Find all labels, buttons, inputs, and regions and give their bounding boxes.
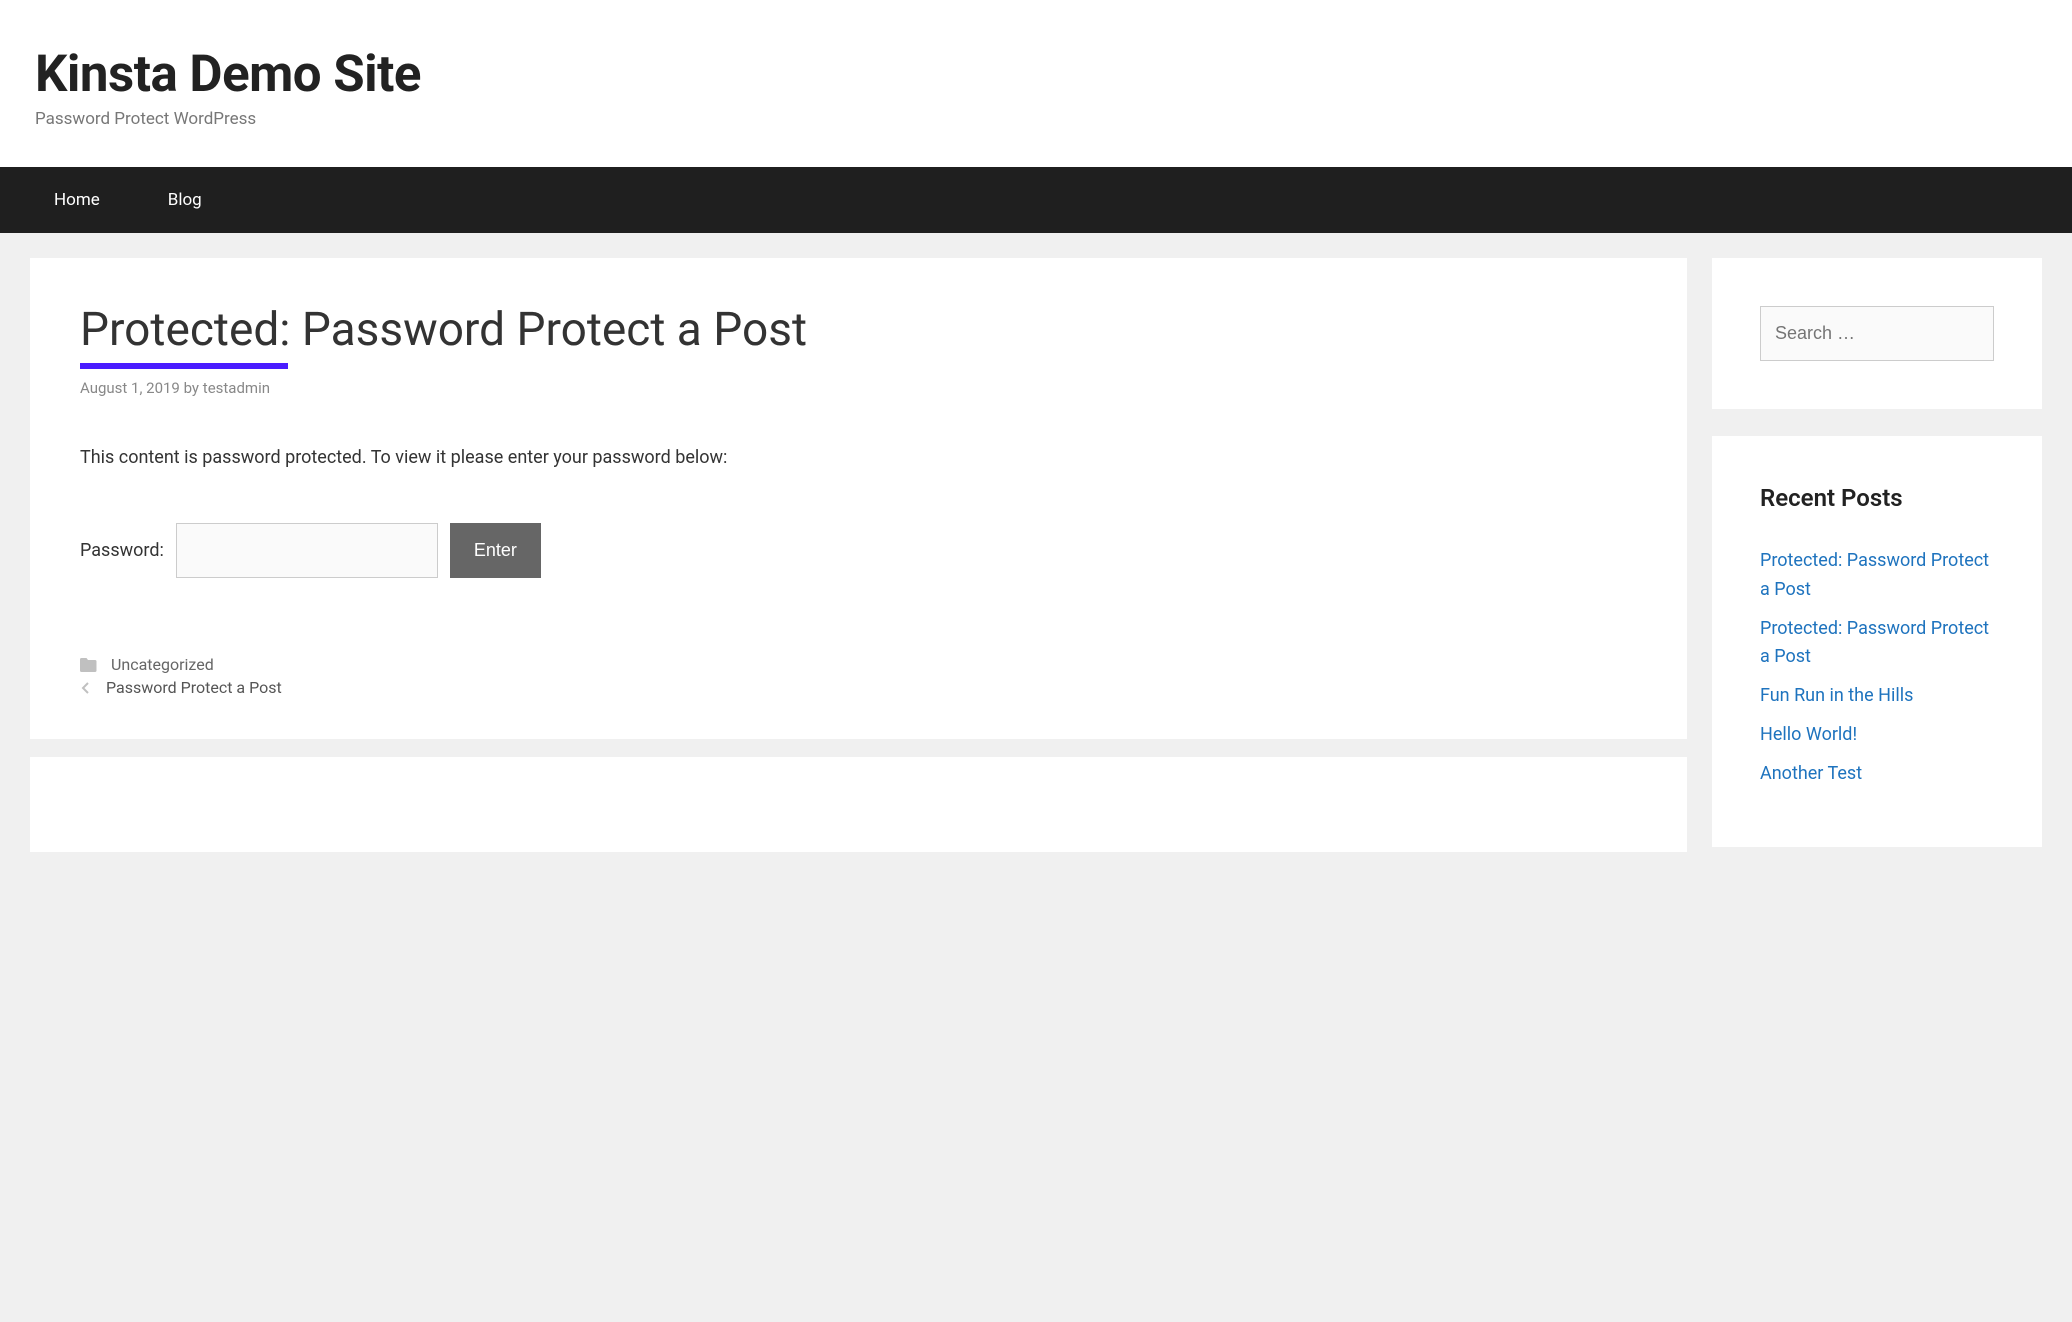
list-item: Hello World!: [1760, 721, 1994, 750]
password-input[interactable]: [176, 523, 438, 578]
empty-widget-box: [30, 757, 1687, 852]
list-item: Another Test: [1760, 760, 1994, 789]
prev-post-link[interactable]: Password Protect a Post: [106, 678, 282, 697]
recent-post-link[interactable]: Protected: Password Protect a Post: [1760, 550, 1989, 600]
site-tagline: Password Protect WordPress: [35, 109, 2037, 129]
category-row: Uncategorized: [80, 653, 1637, 676]
search-input[interactable]: [1760, 306, 1994, 361]
content-area: Protected: Password Protect a Post Augus…: [30, 258, 1687, 852]
list-item: Protected: Password Protect a Post: [1760, 615, 1994, 673]
search-widget: [1712, 258, 2042, 409]
post: Protected: Password Protect a Post Augus…: [30, 258, 1687, 739]
post-meta: August 1, 2019 by testadmin: [80, 379, 1637, 397]
recent-posts-widget: Recent Posts Protected: Password Protect…: [1712, 436, 2042, 847]
recent-posts-list: Protected: Password Protect a Post Prote…: [1760, 547, 1994, 789]
post-category[interactable]: Uncategorized: [111, 655, 214, 674]
entry-footer: Uncategorized Password Protect a Post: [80, 653, 1637, 699]
recent-posts-title: Recent Posts: [1760, 484, 1994, 512]
nav-item-blog[interactable]: Blog: [134, 167, 236, 233]
sidebar: Recent Posts Protected: Password Protect…: [1712, 258, 2042, 847]
underline-annotation: [80, 363, 288, 369]
protected-message: This content is password protected. To v…: [80, 447, 1637, 468]
nav-item-home[interactable]: Home: [20, 167, 134, 233]
post-title: Protected: Password Protect a Post: [80, 303, 1637, 357]
recent-post-link[interactable]: Hello World!: [1760, 724, 1857, 745]
by-label: by: [184, 379, 199, 397]
post-author: testadmin: [203, 379, 270, 397]
post-date: August 1, 2019: [80, 379, 180, 397]
post-navigation: Password Protect a Post: [80, 676, 1637, 699]
site-header: Kinsta Demo Site Password Protect WordPr…: [0, 0, 2072, 167]
recent-post-link[interactable]: Another Test: [1760, 763, 1862, 784]
chevron-left-icon: [80, 681, 92, 695]
page-wrapper: Protected: Password Protect a Post Augus…: [0, 233, 2072, 877]
password-label: Password:: [80, 540, 164, 561]
enter-button[interactable]: Enter: [450, 523, 541, 578]
main-nav: Home Blog: [0, 167, 2072, 233]
password-form: Password: Enter: [80, 523, 1637, 578]
folder-icon: [80, 658, 97, 672]
list-item: Protected: Password Protect a Post: [1760, 547, 1994, 605]
recent-post-link[interactable]: Fun Run in the Hills: [1760, 685, 1913, 706]
list-item: Fun Run in the Hills: [1760, 682, 1994, 711]
recent-post-link[interactable]: Protected: Password Protect a Post: [1760, 618, 1989, 668]
site-title[interactable]: Kinsta Demo Site: [35, 45, 2037, 104]
